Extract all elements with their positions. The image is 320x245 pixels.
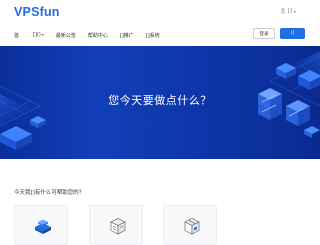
login-button[interactable]: 登录: [253, 28, 275, 39]
user-label: []: [288, 8, 292, 14]
left-decorative-blocks: [0, 116, 46, 150]
nav-item-home[interactable]: 首: [14, 32, 19, 39]
service-card-1[interactable]: [14, 205, 68, 245]
nav-item-promotion[interactable]: []推广: [120, 32, 134, 39]
section-title: 今天我[]有什么可帮助您的？: [14, 190, 85, 196]
site-logo[interactable]: VPSfun: [14, 5, 60, 19]
user-icon: [280, 8, 286, 14]
nav-item-products[interactable]: []()▾: [33, 32, 44, 38]
stack-icon: [35, 219, 51, 234]
package-icon: [184, 218, 200, 235]
server-box-icon: [110, 218, 126, 235]
nav-item-products-label: [](): [33, 32, 41, 38]
hero-title: 您今天要做点什么？: [108, 94, 212, 107]
hero-banner: 您今天要做点什么？: [0, 46, 320, 159]
service-card-3[interactable]: [163, 205, 217, 245]
service-card-2[interactable]: [89, 205, 143, 245]
chevron-down-icon: ▾: [41, 32, 44, 37]
user-menu[interactable]: [] ▾: [280, 8, 296, 14]
chevron-down-icon: ▾: [293, 8, 296, 14]
register-button[interactable]: []: [280, 28, 305, 39]
nav-item-help-center[interactable]: 帮助中心: [88, 32, 108, 39]
nav-item-system[interactable]: []系统: [146, 32, 160, 39]
site-header: VPSfun [] ▾ 首 []()▾ 最新公告 帮助中心 []推广 []系统 …: [0, 0, 320, 46]
nav-item-announcements[interactable]: 最新公告: [56, 32, 76, 39]
main-nav: 首 []()▾ 最新公告 帮助中心 []推广 []系统: [14, 31, 172, 39]
